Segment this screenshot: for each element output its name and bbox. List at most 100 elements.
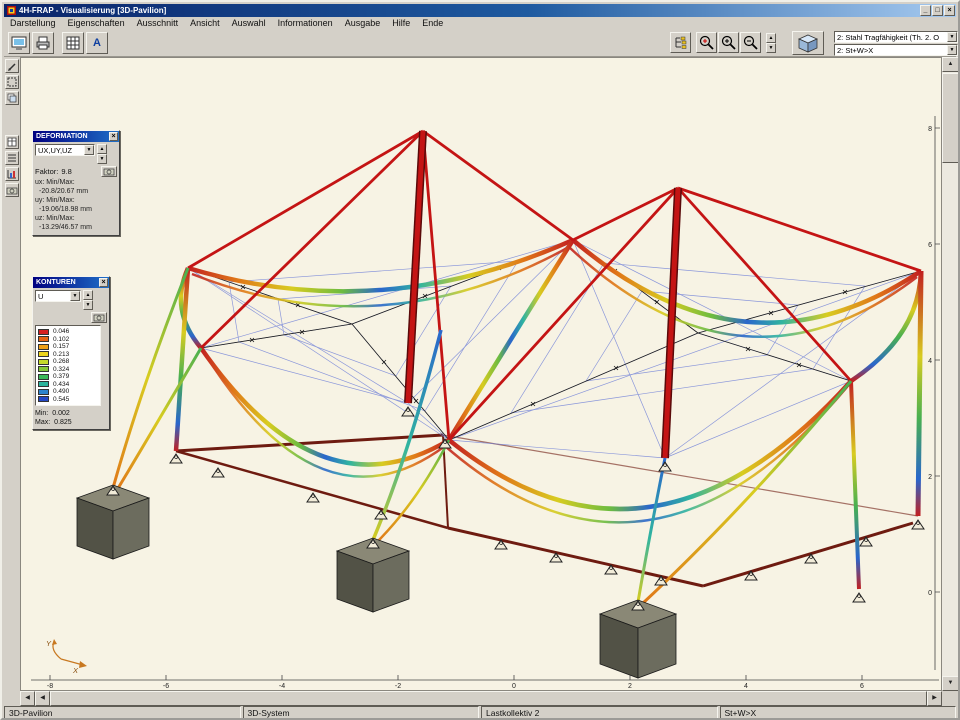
menu-item-auswahl[interactable]: Auswahl — [226, 17, 272, 30]
uz-range-label: uz: Min/Max: — [35, 215, 117, 224]
menu-item-darstellung[interactable]: Darstellung — [4, 17, 62, 30]
title-bar[interactable]: 4H-FRAP - Visualisierung [3D-Pavilion] _… — [4, 4, 956, 17]
chevron-down-icon[interactable]: ▼ — [84, 145, 94, 155]
maximize-button[interactable]: □ — [932, 5, 943, 16]
app-icon — [7, 6, 16, 15]
spin-up-icon[interactable]: ▲ — [97, 144, 107, 154]
deformation-component-value: UX,UY,UZ — [36, 146, 84, 155]
close-icon[interactable]: × — [99, 278, 108, 287]
spin-up-icon[interactable]: ▲ — [83, 290, 93, 300]
list-icon — [7, 153, 17, 163]
legend-swatch — [38, 381, 49, 387]
deformation-component-combobox[interactable]: UX,UY,UZ ▼ — [35, 144, 95, 156]
legend-row: 0.157 — [38, 343, 98, 351]
print-button[interactable] — [32, 32, 54, 54]
selection-rect-icon — [7, 77, 17, 87]
deformation-palette-titlebar[interactable]: DEFORMATION × — [33, 131, 119, 142]
konturen-quantity-spinner[interactable]: ▲ ▼ — [83, 290, 93, 310]
chevron-down-icon[interactable]: ▼ — [947, 32, 957, 42]
deformation-palette[interactable]: DEFORMATION × UX,UY,UZ ▼ ▲ ▼ Faktor: 9.8 — [32, 130, 120, 236]
vertical-scrollbar[interactable]: ▲ ▼ — [942, 57, 959, 691]
spin-down-icon[interactable]: ▼ — [83, 300, 93, 310]
result-type-combobox[interactable]: 2: Stahl Tragfähigkeit (Th. 2. O ▼ — [834, 31, 958, 43]
scroll-up-button[interactable]: ▲ — [942, 57, 959, 72]
max-value: 0.825 — [54, 418, 72, 427]
menu-bar: Darstellung Eigenschaften Ausschnitt Ans… — [4, 17, 956, 30]
dock-table-button[interactable] — [5, 135, 19, 149]
redraw-button[interactable] — [8, 32, 30, 54]
faktor-label: Faktor: — [35, 167, 58, 176]
dock-edit-button[interactable] — [5, 59, 19, 73]
grid-button[interactable] — [62, 32, 84, 54]
monitor-icon — [11, 36, 27, 50]
menu-item-ausschnitt[interactable]: Ausschnitt — [131, 17, 185, 30]
menu-item-ausgabe[interactable]: Ausgabe — [339, 17, 387, 30]
y-axis-label: 0 — [928, 590, 932, 597]
dock-layers-button[interactable] — [5, 91, 19, 105]
dock-chart-button[interactable] — [5, 167, 19, 181]
deformation-snapshot-button[interactable] — [101, 166, 117, 177]
zoom-in-button[interactable] — [718, 32, 739, 53]
x-axis-label: 6 — [860, 683, 864, 690]
status-panel-model: 3D-Pavilion — [4, 706, 241, 720]
annotation-button[interactable]: A — [86, 32, 108, 54]
contour-legend: 0.046 0.102 0.157 0.213 0.268 0.324 0.37… — [35, 325, 101, 406]
chart-icon — [7, 169, 17, 179]
status-panel-result: St+W>X — [720, 706, 957, 720]
view-3d-button[interactable] — [792, 31, 824, 55]
menu-item-hilfe[interactable]: Hilfe — [386, 17, 416, 30]
x-axis-label: 0 — [512, 683, 516, 690]
y-axis-label: 6 — [928, 242, 932, 249]
scroll-left-button[interactable]: ◀ — [20, 691, 35, 706]
menu-item-ende[interactable]: Ende — [416, 17, 449, 30]
close-button[interactable]: × — [944, 5, 955, 16]
x-axis-label: -4 — [279, 683, 285, 690]
zoom-out-icon — [743, 35, 758, 50]
zoom-select-icon — [699, 35, 714, 50]
minimize-button[interactable]: _ — [920, 5, 931, 16]
x-axis-label: 4 — [744, 683, 748, 690]
chevron-down-icon[interactable]: ▼ — [947, 45, 957, 55]
x-axis-label: -8 — [47, 683, 53, 690]
horizontal-scrollbar[interactable]: ◀ ◀ ▶ — [20, 691, 942, 706]
chevron-down-icon[interactable]: ▼ — [70, 291, 80, 301]
legend-swatch — [38, 344, 49, 350]
dock-select-button[interactable] — [5, 75, 19, 89]
y-axis-letter: Y — [46, 639, 52, 648]
status-panel-system: 3D-System — [243, 706, 480, 720]
visualization-canvas[interactable]: -8 -6 -4 -2 0 2 4 6 8 6 4 2 0 — [20, 57, 942, 691]
konturen-palette-titlebar[interactable]: KONTUREN × — [33, 277, 109, 288]
scroll-right-button[interactable]: ▶ — [927, 691, 942, 706]
dock-list-button[interactable] — [5, 151, 19, 165]
konturen-palette[interactable]: KONTUREN × U ▼ ▲ ▼ 0.046 0.1 — [32, 276, 110, 430]
zoom-out-button[interactable] — [740, 32, 761, 53]
display-options-button[interactable] — [670, 32, 691, 53]
menu-item-ansicht[interactable]: Ansicht — [184, 17, 226, 30]
deformation-component-spinner[interactable]: ▲ ▼ — [97, 144, 107, 164]
spin-up-icon[interactable]: ▲ — [766, 33, 776, 43]
legend-swatch — [38, 389, 49, 395]
max-label: Max: — [35, 418, 50, 427]
zoom-window-button[interactable] — [696, 32, 717, 53]
view-spinner[interactable]: ▲ ▼ — [766, 33, 776, 53]
loadcase-combobox[interactable]: 2: St+W>X ▼ — [834, 44, 958, 56]
scene-3d-view[interactable]: -8 -6 -4 -2 0 2 4 6 8 6 4 2 0 — [21, 58, 941, 690]
vertical-scroll-thumb[interactable] — [942, 73, 959, 163]
scroll-down-button[interactable]: ▼ — [942, 676, 959, 691]
min-value: 0.002 — [52, 409, 70, 418]
origin-axes: Y X — [46, 639, 87, 675]
konturen-quantity-combobox[interactable]: U ▼ — [35, 290, 81, 302]
scroll-left-page-button[interactable]: ◀ — [35, 691, 50, 706]
dock-camera-button[interactable] — [5, 183, 19, 197]
status-panel-loadcase: Lastkollektiv 2 — [481, 706, 718, 720]
zoom-in-icon — [721, 35, 736, 50]
menu-item-eigenschaften[interactable]: Eigenschaften — [62, 17, 131, 30]
horizontal-scroll-thumb[interactable] — [50, 691, 927, 706]
legend-row: 0.490 — [38, 388, 98, 396]
spin-down-icon[interactable]: ▼ — [766, 43, 776, 53]
spin-down-icon[interactable]: ▼ — [97, 154, 107, 164]
legend-swatch — [38, 359, 49, 365]
menu-item-informationen[interactable]: Informationen — [272, 17, 339, 30]
konturen-snapshot-button[interactable] — [91, 312, 107, 323]
close-icon[interactable]: × — [109, 132, 118, 141]
